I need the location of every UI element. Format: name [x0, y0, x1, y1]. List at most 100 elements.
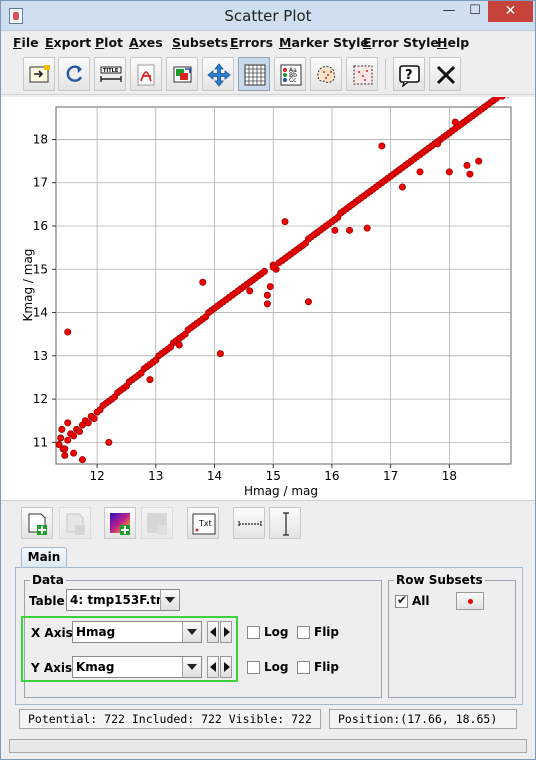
data-point: [304, 298, 312, 306]
menu-errors[interactable]: Errors: [230, 35, 273, 50]
add-line-button[interactable]: [233, 507, 265, 539]
data-point: [78, 456, 86, 464]
data-point: [451, 118, 459, 126]
grid-icon: [244, 64, 266, 86]
x-flip-label: Flip: [314, 625, 340, 639]
x-tick-label: 14: [207, 469, 222, 483]
pan-zoom-button[interactable]: [202, 57, 234, 91]
data-point: [199, 278, 207, 286]
remove-layer-button[interactable]: [59, 507, 91, 539]
data-point: [216, 350, 224, 358]
maximize-button[interactable]: ☐: [462, 1, 488, 22]
help-button[interactable]: ?: [393, 57, 425, 91]
replot-button[interactable]: [58, 57, 90, 91]
data-point: [434, 140, 442, 148]
close-window-button[interactable]: ✕: [488, 1, 533, 22]
y-log-checkbox[interactable]: [247, 661, 260, 674]
add-text-icon: Txt: [192, 513, 216, 535]
window-export-button[interactable]: [23, 57, 55, 91]
add-density-button[interactable]: [104, 507, 136, 539]
table-select[interactable]: 4: tmp153F.tmp: [66, 589, 180, 611]
data-point: [466, 170, 474, 178]
x-tick-label: 13: [148, 469, 163, 483]
menu-file[interactable]: File: [13, 35, 39, 50]
add-text-button[interactable]: Txt: [187, 507, 219, 539]
x-tick-label: 12: [89, 469, 104, 483]
data-point: [398, 183, 406, 191]
data-point: [61, 445, 69, 453]
menu-export[interactable]: Export: [45, 35, 91, 50]
window-export-icon: [29, 65, 50, 83]
close-button[interactable]: [429, 57, 461, 91]
remove-density-button[interactable]: [141, 507, 173, 539]
data-point: [378, 142, 386, 150]
image-export-icon: [173, 66, 192, 83]
data-point: [90, 415, 98, 423]
chevron-down-icon[interactable]: [160, 590, 179, 610]
svg-text:Txt: Txt: [198, 519, 212, 528]
svg-text:Cc: Cc: [289, 77, 297, 84]
data-point: [346, 226, 354, 234]
legend-button[interactable]: Aa Bb Cc: [274, 57, 306, 91]
add-vertical-line-icon: [283, 512, 289, 536]
menu-error-style[interactable]: Error Style: [363, 35, 439, 50]
pdf-export-button[interactable]: [130, 57, 162, 91]
data-point: [64, 419, 72, 427]
data-point: [64, 328, 72, 336]
data-point: [281, 218, 289, 226]
grid-toggle-button[interactable]: [238, 57, 270, 91]
data-point: [84, 419, 92, 427]
add-vertical-line-button[interactable]: [269, 507, 301, 539]
x-flip-checkbox[interactable]: [297, 626, 310, 639]
status-counts: Potential: 722 Included: 722 Visible: 72…: [19, 709, 321, 729]
all-subset-checkbox[interactable]: [395, 593, 408, 608]
menu-subsets[interactable]: Subsets: [172, 35, 228, 50]
data-point: [64, 436, 72, 444]
help-icon: ?: [399, 65, 420, 87]
status-position: Position:(17.66, 18.65): [329, 709, 517, 729]
svg-text:TITLE: TITLE: [103, 68, 119, 74]
scatter-chart[interactable]: 12 13 14 15 16 17 18 11 12 13 14 15 16 17 18 Hmag / ma…: [1, 88, 535, 501]
data-point: [70, 449, 78, 457]
menu-help[interactable]: Help: [437, 35, 469, 50]
add-line-icon: [238, 521, 262, 527]
menu-bar: File Export Plot Axes Subsets Errors Mar…: [1, 32, 535, 54]
svg-text:?: ?: [405, 68, 413, 83]
data-point: [363, 224, 371, 232]
add-density-icon: [110, 513, 130, 535]
plot-area[interactable]: [55, 106, 512, 465]
menu-marker-style[interactable]: Marker Style: [279, 35, 369, 50]
add-layer-button[interactable]: [21, 507, 53, 539]
data-group-title: Data: [30, 573, 66, 587]
blob-subset-button[interactable]: [310, 57, 342, 91]
region-subset-button[interactable]: [346, 57, 378, 91]
data-point: [263, 300, 271, 308]
data-point: [246, 287, 254, 295]
axis-titles-button[interactable]: TITLE: [94, 57, 126, 91]
data-point: [475, 157, 483, 165]
y-tick-label: 17: [33, 176, 48, 190]
menu-axes[interactable]: Axes: [129, 35, 163, 50]
image-export-button[interactable]: [166, 57, 198, 91]
y-tick-label: 13: [33, 349, 48, 363]
data-point: [57, 434, 65, 442]
data-point: [58, 425, 66, 433]
plot-panel[interactable]: 12 13 14 15 16 17 18 11 12 13 14 15 16 17 18 Hmag / ma…: [1, 88, 535, 501]
region-subset-icon: [353, 65, 373, 85]
blob-subset-icon: [317, 66, 336, 83]
data-point: [266, 283, 274, 291]
x-axis-label: Hmag / mag: [244, 484, 318, 498]
minimize-button[interactable]: —: [436, 1, 462, 22]
y-log-label: Log: [264, 660, 289, 674]
y-flip-label: Flip: [314, 660, 340, 674]
subset-marker-style-button[interactable]: [456, 592, 484, 610]
data-point: [61, 451, 69, 459]
menu-plot[interactable]: Plot: [95, 35, 123, 50]
row-subsets-title: Row Subsets: [394, 573, 485, 587]
tab-main[interactable]: Main: [21, 547, 67, 568]
x-log-checkbox[interactable]: [247, 626, 260, 639]
y-flip-checkbox[interactable]: [297, 661, 310, 674]
legend-icon: AaBbCc: [280, 64, 302, 86]
y-axis-label: Kmag / mag: [21, 249, 35, 322]
data-point: [492, 94, 500, 102]
